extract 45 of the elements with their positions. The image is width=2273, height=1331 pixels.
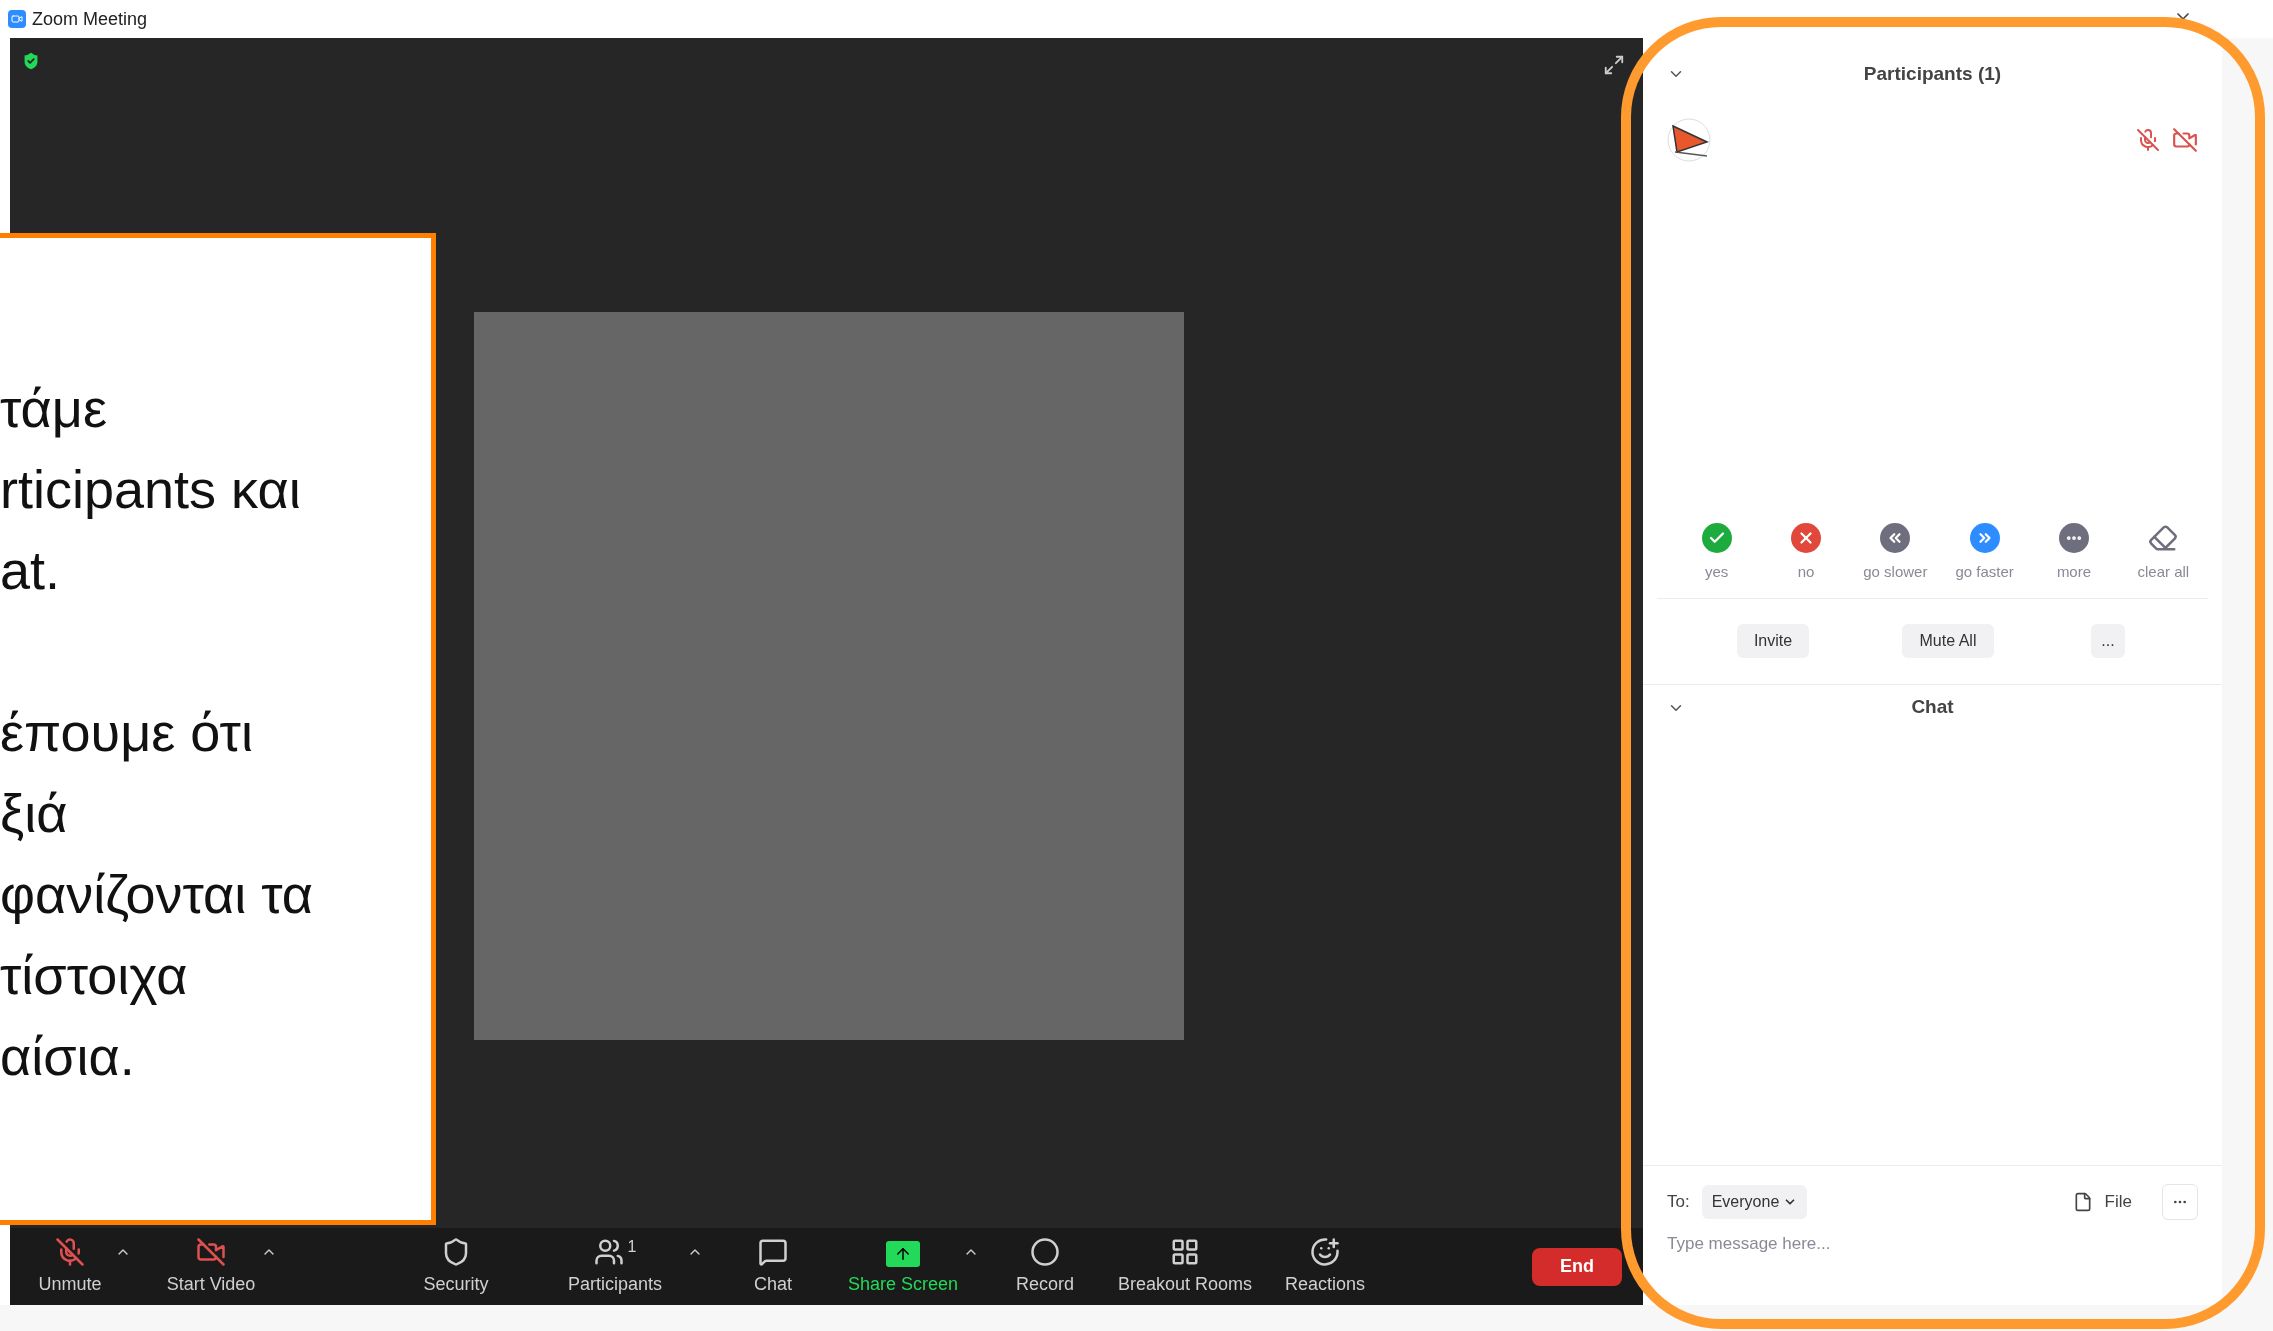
close-icon	[1791, 523, 1821, 553]
smiley-plus-icon	[1310, 1237, 1340, 1267]
check-icon	[1701, 523, 1732, 553]
eraser-icon	[2148, 523, 2179, 553]
chat-bubble-icon	[758, 1237, 788, 1267]
expand-icon[interactable]	[1603, 54, 1625, 76]
recipient-dropdown[interactable]: Everyone	[1701, 1185, 1808, 1219]
toolbar-button[interactable]: Breakout Rooms	[1110, 1235, 1260, 1298]
panel-button[interactable]: Invite	[1737, 624, 1809, 658]
double-left-icon	[1880, 523, 1911, 553]
toolbar-button[interactable]: Share Screen	[843, 1235, 963, 1298]
panel-title: Participants (1)	[1863, 61, 2002, 86]
reaction-button[interactable]: go faster	[1940, 523, 2030, 584]
to-label: To:	[1667, 1191, 1690, 1214]
message-input[interactable]: Type message here...	[1667, 1228, 2198, 1260]
participant-count: 1	[627, 1237, 637, 1257]
callout-text: τάμε rticipants και at.	[0, 377, 302, 602]
reaction-button[interactable]: more	[2029, 523, 2119, 584]
toolbar-button[interactable]: Chat	[738, 1235, 808, 1298]
more-icon	[2058, 523, 2089, 553]
avatar-icon	[1667, 118, 1711, 162]
panel-button[interactable]: ...	[2091, 624, 2125, 658]
callout-text: έπουμε ότι ξιά φανίζονται τα τίστοιχα αίσια.	[0, 701, 315, 1088]
mic-off-icon	[55, 1237, 85, 1267]
reaction-button[interactable]: clear all	[2118, 523, 2208, 584]
video-off-icon	[195, 1237, 227, 1267]
toolbar-button[interactable]: 1 Participants	[560, 1235, 670, 1298]
record-icon	[1030, 1237, 1060, 1267]
end-button[interactable]: End	[1532, 1247, 1622, 1286]
people-icon	[593, 1237, 624, 1267]
share-screen-icon	[886, 1241, 920, 1267]
double-right-icon	[1969, 523, 2000, 553]
toolbar-button[interactable]: Unmute	[25, 1235, 115, 1298]
grid-icon	[1170, 1237, 1200, 1267]
toolbar-button[interactable]: Start Video	[161, 1235, 261, 1298]
window-title: Zoom Meeting	[32, 7, 148, 31]
toolbar-button[interactable]: Reactions	[1275, 1235, 1375, 1298]
panel-button[interactable]: Mute All	[1902, 624, 1994, 658]
reaction-button[interactable]: yes	[1672, 523, 1762, 584]
reaction-button[interactable]: go slower	[1850, 523, 1940, 584]
toolbar-button[interactable]: Record	[1005, 1235, 1085, 1298]
chat-title: Chat	[1911, 695, 1954, 720]
app-logo-icon	[8, 10, 26, 28]
toolbar-button[interactable]: Security	[411, 1235, 501, 1298]
file-button[interactable]: File	[2072, 1189, 2132, 1215]
